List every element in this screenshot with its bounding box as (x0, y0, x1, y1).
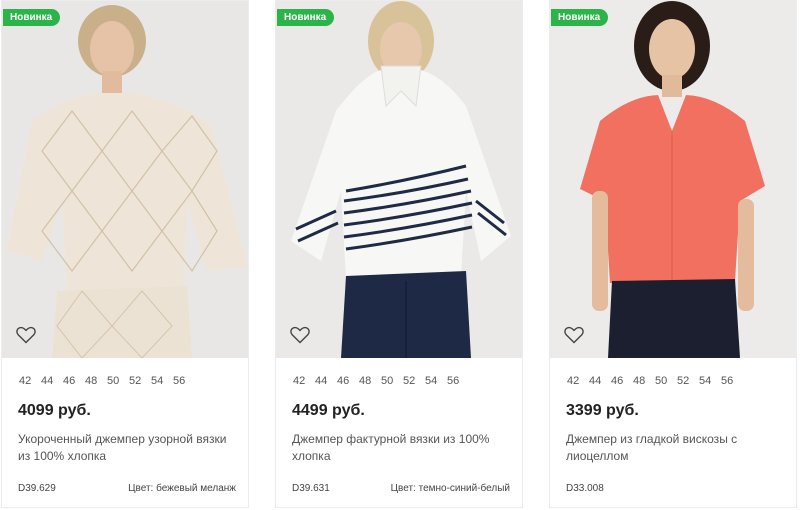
size-option[interactable]: 48 (85, 375, 107, 387)
size-list: 42 44 46 48 50 52 54 56 (550, 375, 796, 387)
size-option[interactable]: 54 (425, 375, 447, 387)
size-list: 42 44 46 48 50 52 54 56 (2, 375, 248, 387)
product-color: Цвет: бежевый меланж (128, 483, 236, 494)
size-option[interactable]: 52 (129, 375, 151, 387)
heart-outline-icon[interactable] (16, 326, 36, 344)
product-sku: D39.631 (292, 483, 330, 494)
product-title[interactable]: Джемпер из гладкой вискозы с лиоцеллом (566, 431, 786, 465)
size-option[interactable]: 44 (315, 375, 337, 387)
product-title[interactable]: Укороченный джемпер узорной вязки из 100… (18, 431, 238, 465)
size-option[interactable]: 50 (381, 375, 403, 387)
product-sku: D33.008 (566, 483, 604, 494)
new-badge: Новинка (277, 9, 335, 26)
size-option[interactable]: 50 (107, 375, 129, 387)
size-option[interactable]: 42 (293, 375, 315, 387)
heart-outline-icon[interactable] (564, 326, 584, 344)
size-list: 42 44 46 48 50 52 54 56 (276, 375, 522, 387)
product-photo[interactable]: Новинка (276, 1, 522, 358)
heart-outline-icon[interactable] (290, 326, 310, 344)
product-color: Цвет: темно-синий-белый (390, 483, 510, 494)
size-option[interactable]: 50 (655, 375, 677, 387)
size-option[interactable]: 46 (63, 375, 85, 387)
size-option[interactable]: 56 (173, 375, 195, 387)
product-grid: Новинка 42 44 46 48 50 52 54 56 4099 руб… (0, 0, 800, 510)
size-option[interactable]: 48 (633, 375, 655, 387)
size-option[interactable]: 52 (403, 375, 425, 387)
size-option[interactable]: 46 (337, 375, 359, 387)
size-option[interactable]: 56 (447, 375, 469, 387)
product-card[interactable]: Новинка 42 44 46 48 50 52 54 56 4099 руб… (1, 0, 249, 508)
new-badge: Новинка (551, 9, 609, 26)
product-sku: D39.629 (18, 483, 56, 494)
size-option[interactable]: 52 (677, 375, 699, 387)
product-title[interactable]: Джемпер фактурной вязки из 100% хлопка (292, 431, 512, 465)
product-card[interactable]: Новинка 42 44 46 48 50 52 54 56 4499 руб… (275, 0, 523, 508)
product-price: 4099 руб. (18, 402, 91, 419)
product-card[interactable]: Новинка 42 44 46 48 50 52 54 56 3399 руб… (549, 0, 797, 508)
size-option[interactable]: 54 (151, 375, 173, 387)
product-photo[interactable]: Новинка (550, 1, 796, 358)
size-option[interactable]: 56 (721, 375, 743, 387)
size-option[interactable]: 54 (699, 375, 721, 387)
product-price: 4499 руб. (292, 402, 365, 419)
size-option[interactable]: 48 (359, 375, 381, 387)
size-option[interactable]: 42 (19, 375, 41, 387)
new-badge: Новинка (3, 9, 61, 26)
size-option[interactable]: 44 (589, 375, 611, 387)
size-option[interactable]: 44 (41, 375, 63, 387)
product-photo[interactable]: Новинка (2, 1, 248, 358)
size-option[interactable]: 46 (611, 375, 633, 387)
size-option[interactable]: 42 (567, 375, 589, 387)
product-price: 3399 руб. (566, 402, 639, 419)
